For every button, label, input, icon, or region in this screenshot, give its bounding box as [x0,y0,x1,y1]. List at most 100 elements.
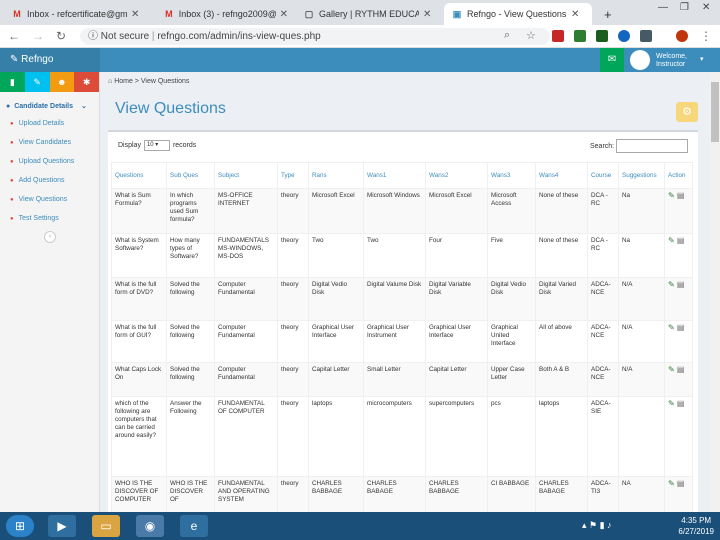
maximize-icon[interactable]: ❐ [680,2,689,13]
edit-icon[interactable]: ✎ [668,365,675,374]
folder-icon[interactable]: ▭ [92,515,120,537]
media-player-icon[interactable]: ▶ [48,515,76,537]
delete-icon[interactable]: ▤ [675,365,685,374]
column-header[interactable]: Wans3 [487,162,536,189]
column-header[interactable]: Sub Ques [166,162,215,189]
minimize-icon[interactable]: — [658,2,668,13]
forward-icon[interactable]: → [32,29,44,43]
edit-icon[interactable]: ✎ [668,236,675,245]
table-cell: Both A & B [535,362,588,397]
settings-icon[interactable]: ✱ [74,72,99,92]
column-header[interactable]: Rans [308,162,364,189]
table-cell: Na [618,233,665,278]
column-header[interactable]: Course [587,162,619,189]
table-cell: Capital Letter [308,362,364,397]
chrome-icon[interactable]: ◉ [136,515,164,537]
tab-label: Inbox (3) - refngo2009@gm [178,9,276,19]
delete-icon[interactable]: ▤ [675,280,685,289]
bookmark-star-icon[interactable]: ☆ [526,29,536,42]
sidebar-item-upload-questions[interactable]: ● Upload Questions [0,152,99,171]
delete-icon[interactable]: ▤ [675,399,685,408]
clock[interactable]: 4:35 PM 6/27/2019 [678,515,714,537]
sidebar-menu-candidate-details[interactable]: ● Candidate Details ⌄ [0,98,99,114]
browser-tab-inbox-refcertificate[interactable]: M Inbox - refcertificate@gma ✕ [4,3,156,25]
sidebar-item-upload-details[interactable]: ● Upload Details [0,114,99,133]
browser-tab-view-questions[interactable]: ▣ Refngo - View Questions ✕ [444,3,592,25]
new-tab-button[interactable]: + [596,3,616,25]
extension-icon[interactable] [552,30,564,42]
breadcrumb-home[interactable]: Home [114,78,133,85]
avatar [630,50,650,70]
close-icon[interactable]: ✕ [280,9,288,20]
table-cell: What Caps Lock On [111,362,167,397]
system-tray-icon[interactable]: ▴ ⚑ ▮ ♪ [582,520,612,531]
search-input[interactable] [616,139,689,153]
table-cell: DCA - RC [587,233,619,278]
internet-explorer-icon[interactable]: e [180,515,208,537]
edit-icon[interactable]: ✎ [668,399,675,408]
table-cell: laptops [535,396,588,477]
delete-icon[interactable]: ▤ [675,323,685,332]
zoom-icon[interactable]: ⌕ [504,29,510,42]
column-header[interactable]: Wans1 [363,162,426,189]
user-menu[interactable]: Welcome, Instructor ▾ [630,48,710,72]
address-bar: ← → ↻ ⓘ Not secure | refngo.com/admin/in… [0,25,720,48]
extension-icon[interactable] [640,30,652,42]
mail-icon[interactable]: ✉ [600,48,624,72]
edit-icon[interactable]: ✎ [668,191,675,200]
sidebar-collapse-button[interactable]: ‹ [44,231,56,243]
delete-icon[interactable]: ▤ [675,191,685,200]
sidebar-item-view-candidates[interactable]: ● View Candidates [0,133,99,152]
table-cell: theory [277,233,309,278]
delete-icon[interactable]: ▤ [675,236,685,245]
brand-logo[interactable]: ✎ Refngo [0,48,100,72]
users-icon[interactable]: ☻ [49,72,75,92]
extension-icon[interactable] [574,30,586,42]
pencil-icon[interactable]: ✎ [24,72,50,92]
table-header-row: Questions Sub Ques Subject Type Rans Wans1 Wan… [111,162,693,189]
sidebar-item-test-settings[interactable]: ● Test Settings [0,209,99,228]
scrollbar-thumb[interactable] [711,82,719,142]
edit-icon[interactable]: ✎ [668,280,675,289]
table-cell: Two [363,233,426,278]
extension-icon[interactable] [618,30,630,42]
table-cell: which of the following are computers tha… [111,396,167,477]
column-header[interactable]: Questions [111,162,167,189]
edit-icon[interactable]: ✎ [668,323,675,332]
start-icon[interactable]: ⊞ [6,515,34,537]
close-icon[interactable]: ✕ [423,9,431,20]
column-header[interactable]: Wans2 [425,162,488,189]
info-icon[interactable]: ⓘ [88,31,98,42]
table-cell: Computer Fundamental [214,320,278,363]
close-icon[interactable]: ✕ [131,9,139,20]
gear-icon[interactable]: ⚙ [676,102,698,122]
menu-icon[interactable]: ⋮ [700,29,712,43]
table-cell: How many types of Software? [166,233,215,278]
scrollbar[interactable] [710,72,720,512]
reload-icon[interactable]: ↻ [56,29,66,43]
sidebar-item-view-questions[interactable]: ● View Questions [0,190,99,209]
column-header[interactable]: Type [277,162,309,189]
edit-icon[interactable]: ✎ [668,479,675,488]
table-cell: Microsoft Access [487,188,536,234]
bullet-icon: ● [10,158,14,165]
close-icon[interactable]: ✕ [571,9,579,20]
browser-tab-gallery[interactable]: ▢ Gallery | RYTHM EDUCATIO ✕ [296,3,444,25]
column-header[interactable]: Subject [214,162,278,189]
close-window-icon[interactable]: ✕ [702,2,710,13]
column-header[interactable]: Suggestions [618,162,665,189]
extension-icon[interactable] [596,30,608,42]
chart-icon[interactable]: ▮ [0,72,25,92]
browser-tab-inbox-refngo[interactable]: M Inbox (3) - refngo2009@gm ✕ [156,3,296,25]
table-cell: Solved the following [166,277,215,321]
avatar[interactable] [676,30,688,42]
url-field[interactable]: ⓘ Not secure | refngo.com/admin/ins-view… [80,28,550,45]
windows-taskbar: ⊞ ▶ ▭ ◉ e ▴ ⚑ ▮ ♪ 4:35 PM 6/27/2019 [0,512,720,540]
display-count-select[interactable]: 10 ▾ [143,140,170,151]
delete-icon[interactable]: ▤ [675,479,685,488]
back-icon[interactable]: ← [8,29,20,43]
sidebar-item-add-questions[interactable]: ● Add Questions [0,171,99,190]
column-header[interactable]: Wans4 [535,162,588,189]
column-header[interactable]: Action [664,162,693,189]
action-cell: ✎ ▤ [664,396,693,477]
